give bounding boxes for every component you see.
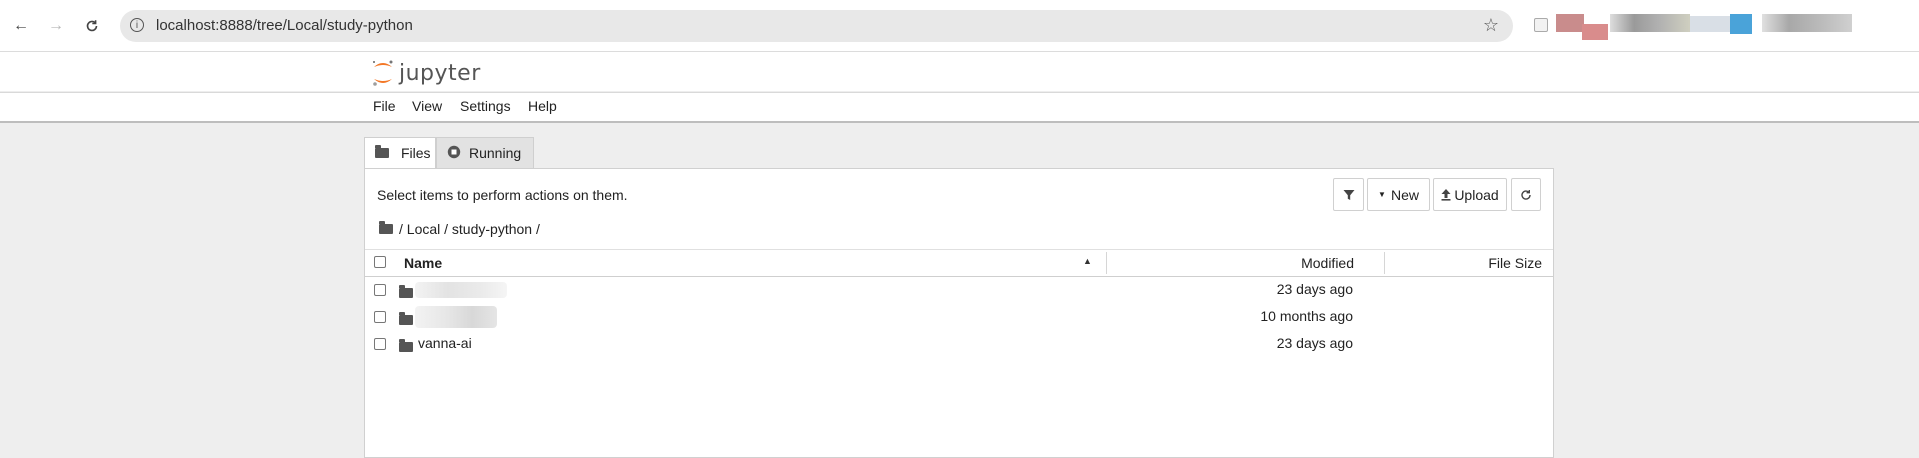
extension-icon[interactable]	[1534, 18, 1548, 32]
folder-icon	[399, 339, 417, 355]
forward-arrow-icon[interactable]: →	[44, 14, 68, 38]
column-file-size[interactable]: File Size	[1488, 255, 1542, 271]
column-divider[interactable]	[1384, 252, 1385, 274]
home-folder-icon[interactable]	[379, 221, 397, 237]
url-text[interactable]: localhost:8888/tree/Local/study-python	[156, 17, 413, 34]
address-bar[interactable]: i localhost:8888/tree/Local/study-python…	[120, 10, 1513, 42]
file-name[interactable]: vanna-ai	[418, 335, 472, 351]
folder-icon	[375, 144, 393, 161]
row-checkbox[interactable]	[374, 338, 386, 350]
list-item[interactable]: vanna-ai 23 days ago	[365, 330, 1553, 357]
tab-running-label: Running	[469, 145, 522, 161]
new-button-label: New	[1390, 186, 1419, 203]
file-list-header: Name ▲ Modified File Size	[365, 249, 1553, 277]
menu-file[interactable]: File	[373, 98, 396, 114]
modified-time: 10 months ago	[1260, 308, 1353, 324]
column-name[interactable]: Name	[404, 255, 442, 271]
blurred-extension	[1730, 14, 1752, 34]
blurred-extension	[1556, 14, 1584, 32]
browser-toolbar: ← → i localhost:8888/tree/Local/study-py…	[0, 0, 1919, 52]
new-button[interactable]: ▼ New	[1367, 178, 1430, 211]
filter-button[interactable]	[1333, 178, 1364, 211]
modified-time: 23 days ago	[1276, 335, 1353, 351]
modified-time: 23 days ago	[1276, 281, 1353, 297]
reload-icon[interactable]	[80, 14, 104, 38]
jupyter-header: jupyter	[0, 52, 1919, 91]
selection-hint: Select items to perform actions on them.	[377, 187, 628, 203]
site-info-icon[interactable]: i	[130, 18, 144, 32]
obscured-filename	[415, 306, 497, 328]
breadcrumb: / Local / study-python /	[379, 221, 540, 237]
file-browser-panel: Select items to perform actions on them.…	[364, 168, 1554, 458]
jupyter-logo[interactable]: jupyter	[371, 56, 481, 90]
menu-bar: File View Settings Help	[0, 92, 1919, 123]
upload-button[interactable]: Upload	[1433, 178, 1507, 211]
sort-ascending-icon[interactable]: ▲	[1083, 256, 1092, 266]
caret-down-icon: ▼	[1378, 190, 1386, 199]
tab-running[interactable]: Running	[436, 137, 534, 169]
column-modified[interactable]: Modified	[1301, 255, 1354, 271]
extensions-area	[1530, 12, 1910, 42]
select-all-checkbox[interactable]	[374, 256, 386, 268]
upload-icon	[1441, 188, 1451, 201]
back-arrow-icon[interactable]: ←	[9, 14, 33, 38]
filter-icon	[1343, 189, 1354, 200]
list-item[interactable]: 10 months ago	[365, 303, 1553, 330]
blurred-extension	[1690, 16, 1730, 32]
menu-help[interactable]: Help	[528, 98, 557, 114]
column-divider[interactable]	[1106, 252, 1107, 274]
tab-files-label: Files	[401, 145, 431, 161]
list-item[interactable]: 23 days ago	[365, 276, 1553, 303]
blurred-extension	[1762, 14, 1852, 32]
upload-button-label: Upload	[1454, 186, 1499, 203]
jupyter-logo-text: jupyter	[399, 60, 481, 86]
bookmark-star-icon[interactable]: ☆	[1483, 15, 1499, 36]
refresh-icon	[1521, 189, 1531, 200]
tab-files[interactable]: Files	[364, 137, 436, 169]
menu-settings[interactable]: Settings	[460, 98, 511, 114]
jupyter-logo-icon	[373, 60, 393, 86]
refresh-button[interactable]	[1511, 178, 1541, 211]
row-checkbox[interactable]	[374, 284, 386, 296]
obscured-filename	[415, 282, 507, 298]
running-icon	[447, 145, 461, 162]
breadcrumb-path[interactable]: / Local / study-python /	[399, 221, 540, 237]
row-checkbox[interactable]	[374, 311, 386, 323]
menu-view[interactable]: View	[412, 98, 442, 114]
blurred-extension	[1610, 14, 1690, 32]
blurred-extension	[1582, 24, 1608, 40]
